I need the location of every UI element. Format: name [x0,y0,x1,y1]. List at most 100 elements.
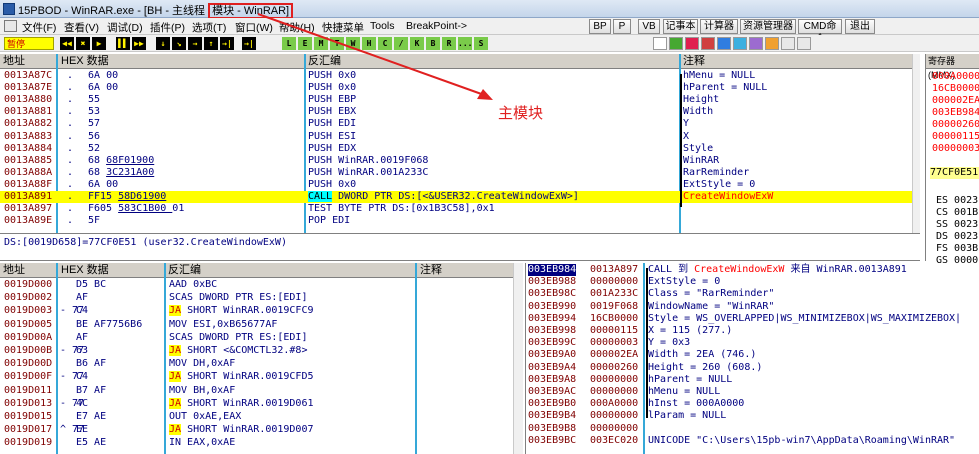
notepad-button[interactable]: 记事本 [663,19,698,34]
dump-hex[interactable]: EE [76,424,88,436]
col-hex[interactable]: HEX 数据 [61,54,109,68]
stack-value[interactable]: 00000260 [590,362,638,374]
disasm-address[interactable]: 0013A882 [4,118,52,130]
disasm-hex[interactable]: 68 3C231A00 [88,167,154,179]
disasm-instruction[interactable]: PUSH ESI [308,131,356,143]
toolbar-icon-2[interactable] [669,37,683,50]
dump-instruction[interactable]: MOV BH,0xAF [169,385,235,397]
disasm-address[interactable]: 0013A87E [4,82,52,94]
execute-till-return-button[interactable]: →| [220,37,234,50]
step-into-button[interactable]: ↓ [156,37,170,50]
dump-instruction[interactable]: MOV ESI,0xB65677AF [169,319,277,331]
dump-instruction[interactable]: SCAS DWORD PTR ES:[EDI] [169,332,307,344]
dump-address[interactable]: 0019D015 [4,411,52,423]
register-value[interactable]: 00000115 [932,131,979,143]
registers-pane[interactable]: 寄存器 (MMX) 000A0000 16CB0000 000002EA 003EB9… [925,54,979,266]
col-address[interactable]: 地址 [3,54,25,68]
stack-value[interactable]: 00000000 [590,410,638,422]
disasm-address[interactable]: 0013A88A [4,167,52,179]
disasm-instruction[interactable]: PUSH WinRAR.0019F068 [308,155,428,167]
disasm-instruction[interactable]: PUSH EDI [308,118,356,130]
toolbar-icon-5[interactable] [717,37,731,50]
dump-instruction[interactable]: JA SHORT WinRAR.0019D061 [169,397,314,410]
dump-col-address[interactable]: 地址 [3,263,25,277]
stack-value[interactable]: 00000000 [590,276,638,288]
register-value[interactable]: 000002EA [932,95,979,107]
disasm-instruction[interactable]: CALL DWORD PTR DS:[<&USER32.CreateWindow… [308,191,579,203]
step-over-button[interactable]: ↘ [172,37,186,50]
dump-col-hex[interactable]: HEX 数据 [61,263,109,277]
disasm-hex[interactable]: FF15 58D61900 [88,191,166,203]
dump-instruction[interactable]: MOV DH,0xAF [169,358,235,370]
stack-address[interactable]: 003EB9AC [528,386,576,398]
register-value[interactable]: 00000260 [932,119,979,131]
stack-value[interactable]: 00000115 [590,325,638,337]
vb-button[interactable]: VB [638,19,660,34]
stack-address[interactable]: 003EB994 [528,313,576,325]
disasm-hex[interactable]: 55 [88,94,100,106]
col-divider[interactable] [643,263,645,454]
stack-value[interactable]: 000A0000 [590,398,638,410]
disasm-address[interactable]: 0013A884 [4,143,52,155]
restart-button[interactable]: ◀◀ [60,37,74,50]
disasm-address[interactable]: 0013A897 [4,203,52,215]
disasm-hex[interactable]: 56 [88,131,100,143]
segment-register[interactable]: ES 0023 [936,195,978,207]
menu-view[interactable]: 查看(V) [64,20,99,35]
stack-address[interactable]: 003EB990 [528,301,576,313]
col-comment[interactable]: 注释 [683,54,705,68]
stack-value[interactable]: 00000000 [590,423,638,435]
stack-address[interactable]: 003EB98C [528,288,576,300]
col-divider[interactable] [56,54,58,233]
disasm-instruction[interactable]: TEST BYTE PTR DS:[0x1B3C58],0x1 [308,203,495,215]
segment-register[interactable]: SS 0023 [936,219,978,231]
disasm-address[interactable]: 0013A88F [4,179,52,191]
stack-address[interactable]: 003EB998 [528,325,576,337]
disasm-address[interactable]: 0013A87C [4,70,52,82]
dump-address[interactable]: 0019D00D [4,358,52,370]
disasm-hex[interactable]: 5F [88,215,100,227]
toolbar-icon-7[interactable] [749,37,763,50]
stack-address[interactable]: 003EB9A8 [528,374,576,386]
stack-value[interactable]: 0019F068 [590,301,638,313]
stack-value[interactable]: 00000003 [590,337,638,349]
toolbar-icon-8[interactable] [765,37,779,50]
dump-instruction[interactable]: JA SHORT WinRAR.0019CFD5 [169,371,314,383]
stack-value[interactable]: 16CB0000 [590,313,638,325]
bp-button[interactable]: BP [589,19,611,34]
col-divider[interactable] [56,263,58,454]
p-button[interactable]: P [613,19,631,34]
dump-hex[interactable]: E7 AE [76,411,106,423]
pause-button[interactable]: ▌▌ [116,37,130,50]
toolbar-icon-6[interactable] [733,37,747,50]
register-value[interactable]: 003EB984 [932,107,979,119]
dump-hex[interactable]: C4 [76,371,88,383]
menu-file[interactable]: 文件(F) [22,20,56,35]
stack-value[interactable]: 000002EA [590,349,638,361]
toolbar-icon-9[interactable] [781,37,795,50]
stack-address[interactable]: 003EB9B0 [528,398,576,410]
stack-address[interactable]: 003EB984 [528,264,577,276]
register-value[interactable]: 000A0000 [932,71,979,83]
dump-instruction[interactable]: JA SHORT WinRAR.0019CFC9 [169,305,314,317]
col-divider[interactable] [415,263,417,454]
disasm-instruction[interactable]: PUSH 0x0 [308,179,356,191]
dump-instruction[interactable]: OUT 0xAE,EAX [169,411,241,423]
dump-address[interactable]: 0019D005 [4,319,52,331]
dump-hex[interactable]: B7 AF [76,385,106,397]
segment-register[interactable]: CS 001B [936,207,978,219]
dump-address[interactable]: 0019D00B [4,345,52,357]
menu-options[interactable]: 选项(T) [192,20,226,35]
disasm-address[interactable]: 0013A883 [4,131,52,143]
dump-address[interactable]: 0019D017 [4,424,52,436]
dump-hex[interactable]: C4 [76,305,88,317]
stack-address[interactable]: 003EB99C [528,337,576,349]
stack-value[interactable]: 00000000 [590,374,638,386]
stack-value[interactable]: 00000000 [590,386,638,398]
stack-address[interactable]: 003EB9B8 [528,423,576,435]
dump-address[interactable]: 0019D019 [4,437,52,449]
dump-address[interactable]: 0019D013 [4,398,52,410]
toolbar-icon-10[interactable] [797,37,811,50]
cmd-button[interactable]: CMD命令 [798,19,842,45]
step-button[interactable]: ▶▶ [132,37,146,50]
